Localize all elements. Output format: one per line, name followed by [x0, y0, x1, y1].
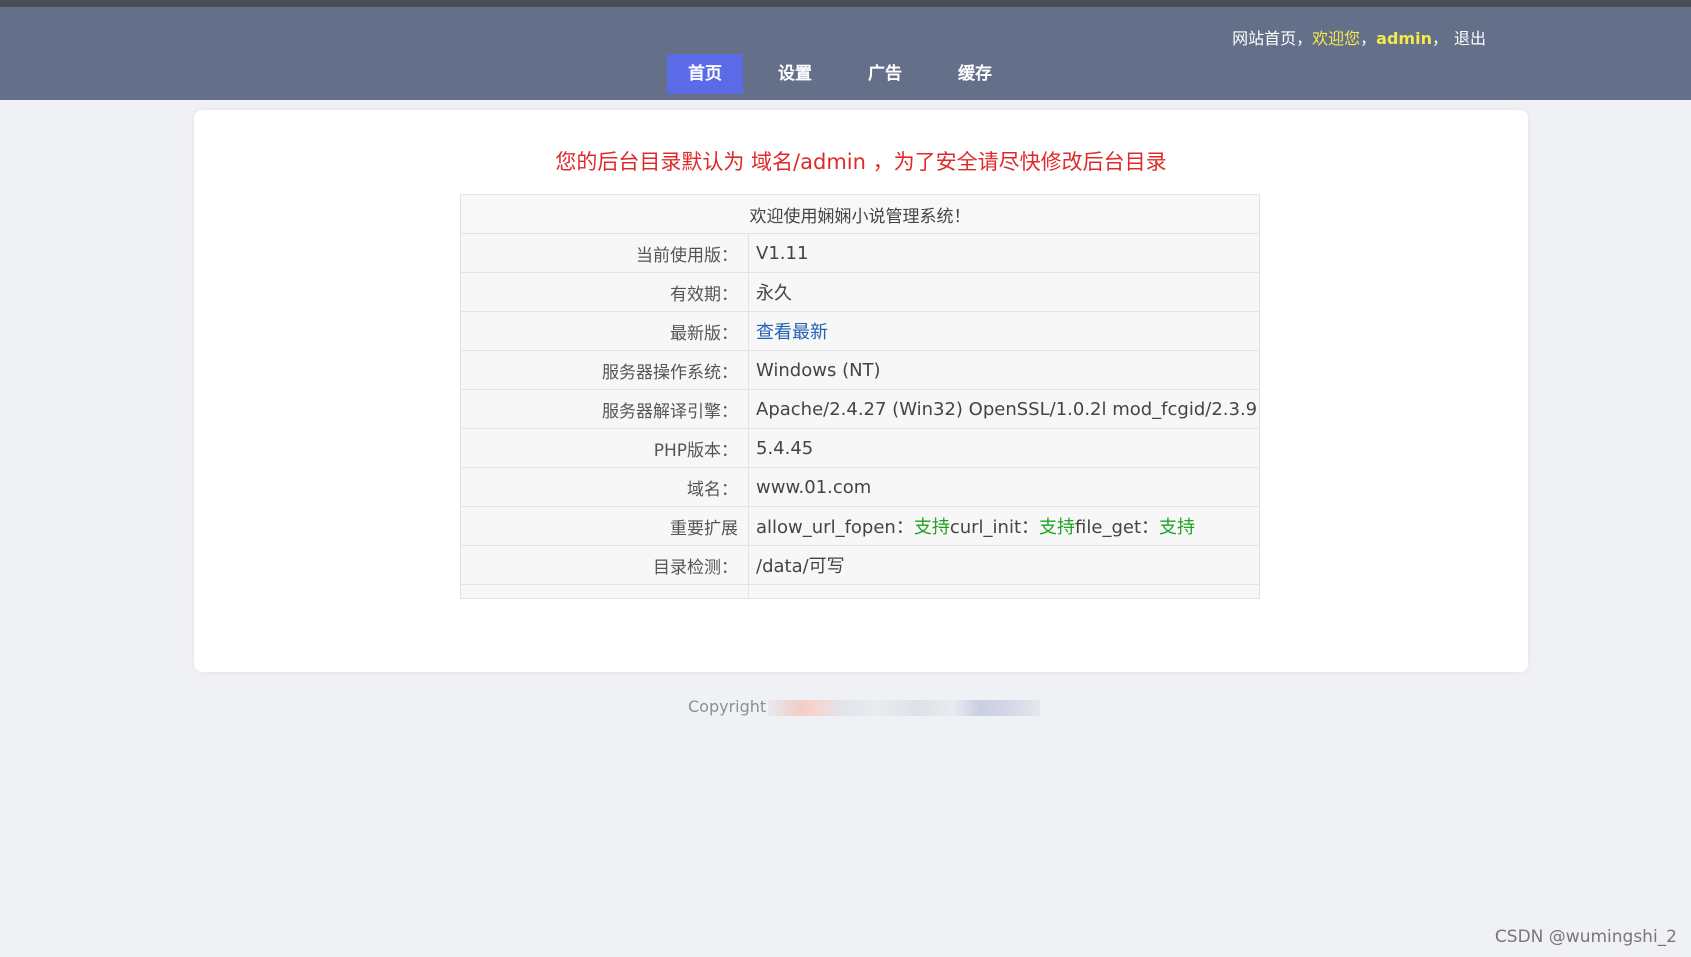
copyright-label: Copyright: [688, 697, 767, 716]
welcome-text: 欢迎您: [1312, 29, 1361, 48]
row-label: 服务器解译引擎：: [460, 389, 749, 429]
header-bar: 网站首页，欢迎您，admin， 退出 首页 设置 广告 缓存: [0, 7, 1691, 100]
table-row: 当前使用版： V1.11: [460, 233, 1260, 273]
site-home-link[interactable]: 网站首页: [1232, 29, 1296, 48]
row-value: www.01.com: [748, 467, 1260, 507]
top-border-strip: [0, 0, 1691, 7]
table-row: [460, 584, 1260, 599]
row-value: /data/可写: [748, 545, 1260, 585]
nav-item-cache[interactable]: 缓存: [937, 54, 1013, 94]
table-row: 服务器解译引擎： Apache/2.4.27 (Win32) OpenSSL/1…: [460, 389, 1260, 429]
table-row: 重要扩展 allow_url_fopen：支持curl_init：支持file_…: [460, 506, 1260, 546]
table-title: 欢迎使用娴娴小说管理系统！: [460, 194, 1260, 234]
nav-item-settings[interactable]: 设置: [757, 54, 833, 94]
table-row: 域名： www.01.com: [460, 467, 1260, 507]
username: admin: [1376, 29, 1432, 48]
ext-file-get: file_get：: [1075, 517, 1160, 538]
row-value: allow_url_fopen：支持curl_init：支持file_get：支…: [748, 506, 1260, 546]
row-value: V1.11: [748, 233, 1260, 273]
check-latest-link[interactable]: 查看最新: [756, 322, 828, 343]
row-value: 查看最新: [748, 311, 1260, 351]
csdn-watermark: CSDN @wumingshi_2: [1494, 927, 1677, 947]
row-label: 当前使用版：: [460, 233, 749, 273]
separator: ，: [1431, 29, 1448, 48]
row-label: 有效期：: [460, 272, 749, 312]
system-info-table: 欢迎使用娴娴小说管理系统！ 当前使用版： V1.11 有效期： 永久 最新版： …: [460, 194, 1260, 599]
footer-copyright: Copyright: [688, 697, 1041, 716]
ext-status: 支持: [913, 517, 950, 538]
empty-cell: [748, 584, 1260, 599]
row-label: 最新版：: [460, 311, 749, 351]
table-row: 最新版： 查看最新: [460, 311, 1260, 351]
empty-cell: [460, 584, 749, 599]
redacted-blur: [768, 699, 1041, 716]
content-card: 您的后台目录默认为 域名/admin ，为了安全请尽快修改后台目录 欢迎使用娴娴…: [194, 110, 1528, 672]
ext-curl-init: curl_init：: [949, 517, 1040, 538]
row-value: Windows (NT): [748, 350, 1260, 390]
row-label: 重要扩展: [460, 506, 749, 546]
row-label: 目录检测：: [460, 545, 749, 585]
user-bar: 网站首页，欢迎您，admin， 退出: [1232, 25, 1486, 49]
separator: ，: [1296, 29, 1313, 48]
logout-link[interactable]: 退出: [1454, 29, 1486, 48]
security-warning: 您的后台目录默认为 域名/admin ，为了安全请尽快修改后台目录: [555, 150, 1167, 174]
row-label: PHP版本：: [460, 428, 749, 468]
ext-status: 支持: [1159, 517, 1196, 538]
ext-status: 支持: [1039, 517, 1076, 538]
nav-item-ads[interactable]: 广告: [847, 54, 923, 94]
nav-item-home[interactable]: 首页: [667, 54, 743, 94]
row-value: 永久: [748, 272, 1260, 312]
table-row: 服务器操作系统： Windows (NT): [460, 350, 1260, 390]
table-row: 目录检测： /data/可写: [460, 545, 1260, 585]
ext-allow-url-fopen: allow_url_fopen：: [756, 517, 914, 538]
row-label: 域名：: [460, 467, 749, 507]
table-row: 有效期： 永久: [460, 272, 1260, 312]
row-value: 5.4.45: [748, 428, 1260, 468]
separator: ，: [1360, 29, 1377, 48]
row-label: 服务器操作系统：: [460, 350, 749, 390]
row-value: Apache/2.4.27 (Win32) OpenSSL/1.0.2l mod…: [748, 389, 1260, 429]
table-row: PHP版本： 5.4.45: [460, 428, 1260, 468]
main-nav: 首页 设置 广告 缓存: [667, 54, 1027, 94]
